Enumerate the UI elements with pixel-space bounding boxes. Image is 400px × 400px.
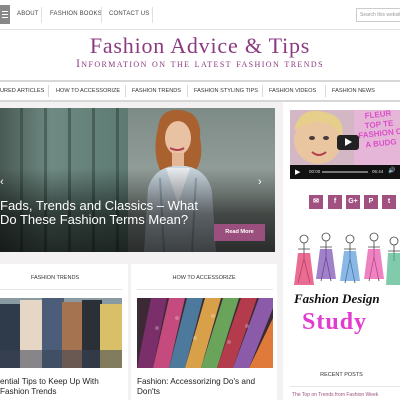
study-text: Study	[302, 309, 368, 335]
video-title-overlay: FLEUR TOP TE FASHION C A BUDG	[357, 108, 400, 150]
video-controls-play-icon[interactable]: ▶	[295, 168, 300, 176]
divider	[187, 85, 188, 97]
section-heading[interactable]: HOW TO ACCESSORIZE	[131, 275, 277, 281]
divider	[41, 7, 42, 23]
fashion-design-text: Fashion Design	[294, 291, 380, 306]
slider-prev-icon[interactable]: ‹	[0, 176, 4, 188]
divider	[48, 85, 49, 97]
recent-posts-heading: RECENT POSTS	[320, 372, 363, 378]
main-nav: URED ARTICLES HOW TO ACCESSORIZE FASHION…	[0, 80, 400, 102]
pinterest-icon[interactable]: P	[364, 195, 378, 209]
post-image-people[interactable]	[0, 298, 122, 368]
site-header: Fashion Advice & Tips Information on the…	[0, 30, 400, 80]
search-input[interactable]	[356, 8, 400, 22]
divider	[290, 386, 400, 387]
read-more-button[interactable]: Read More	[214, 224, 265, 241]
menu-icon[interactable]	[0, 5, 10, 24]
post-image-ties[interactable]	[137, 298, 273, 368]
site-tagline: Information on the latest fashion trends	[76, 58, 324, 70]
section-heading[interactable]: FASHION TRENDS	[0, 275, 110, 281]
divider	[152, 7, 153, 23]
divider	[325, 85, 326, 97]
video-progress-bar[interactable]	[322, 171, 368, 173]
nav-item-fashion-videos[interactable]: FASHION VIDEOS	[269, 88, 316, 94]
video-play-icon[interactable]	[337, 135, 359, 150]
divider	[262, 85, 263, 97]
nav-item-fashion-news[interactable]: FASHION NEWS	[332, 88, 375, 94]
nav-item-how-to-accessorize[interactable]: HOW TO ACCESSORIZE	[56, 88, 120, 94]
video-total-time: 06:44	[372, 169, 384, 174]
google-plus-icon[interactable]: G+	[346, 195, 360, 209]
nav-item-fashion-trends[interactable]: FASHION TRENDS	[132, 88, 181, 94]
post-title-how-to-accessorize[interactable]: Fashion: Accessorizing Do's and Don'ts	[137, 377, 273, 397]
video-current-time: 00:00	[309, 169, 321, 174]
top-link-contact-us[interactable]: CONTACT US	[109, 11, 149, 17]
top-link-about[interactable]: ABOUT	[17, 11, 39, 17]
divider	[125, 85, 126, 97]
divider	[101, 7, 102, 23]
slide-caption[interactable]: Fads, Trends and Classics – What Do Thes…	[0, 199, 200, 226]
top-bar: ABOUT FASHION BOOKS CONTACT US	[0, 0, 400, 30]
nav-item-featured-articles[interactable]: URED ARTICLES	[0, 88, 44, 94]
slider-next-icon[interactable]: ›	[258, 176, 262, 188]
top-link-fashion-books[interactable]: FASHION BOOKS	[50, 11, 102, 17]
twitter-icon[interactable]: t	[382, 195, 396, 209]
divider	[0, 289, 122, 290]
facebook-icon[interactable]: f	[328, 195, 342, 209]
fashion-design-study-image[interactable]: Fashion Design Study	[290, 225, 400, 355]
site-title[interactable]: Fashion Advice & Tips	[0, 33, 400, 59]
post-title-fashion-trends[interactable]: ential Tips to Keep Up With Fashion Tren…	[0, 377, 122, 397]
volume-icon[interactable]: 🔊	[388, 167, 395, 174]
divider	[137, 289, 273, 290]
recent-post-link[interactable]: The Top on Trends from Fashion Week	[292, 392, 378, 398]
email-icon[interactable]: ✉	[309, 195, 323, 209]
nav-item-fashion-styling-tips[interactable]: FASHION STYLING TIPS	[194, 88, 258, 94]
